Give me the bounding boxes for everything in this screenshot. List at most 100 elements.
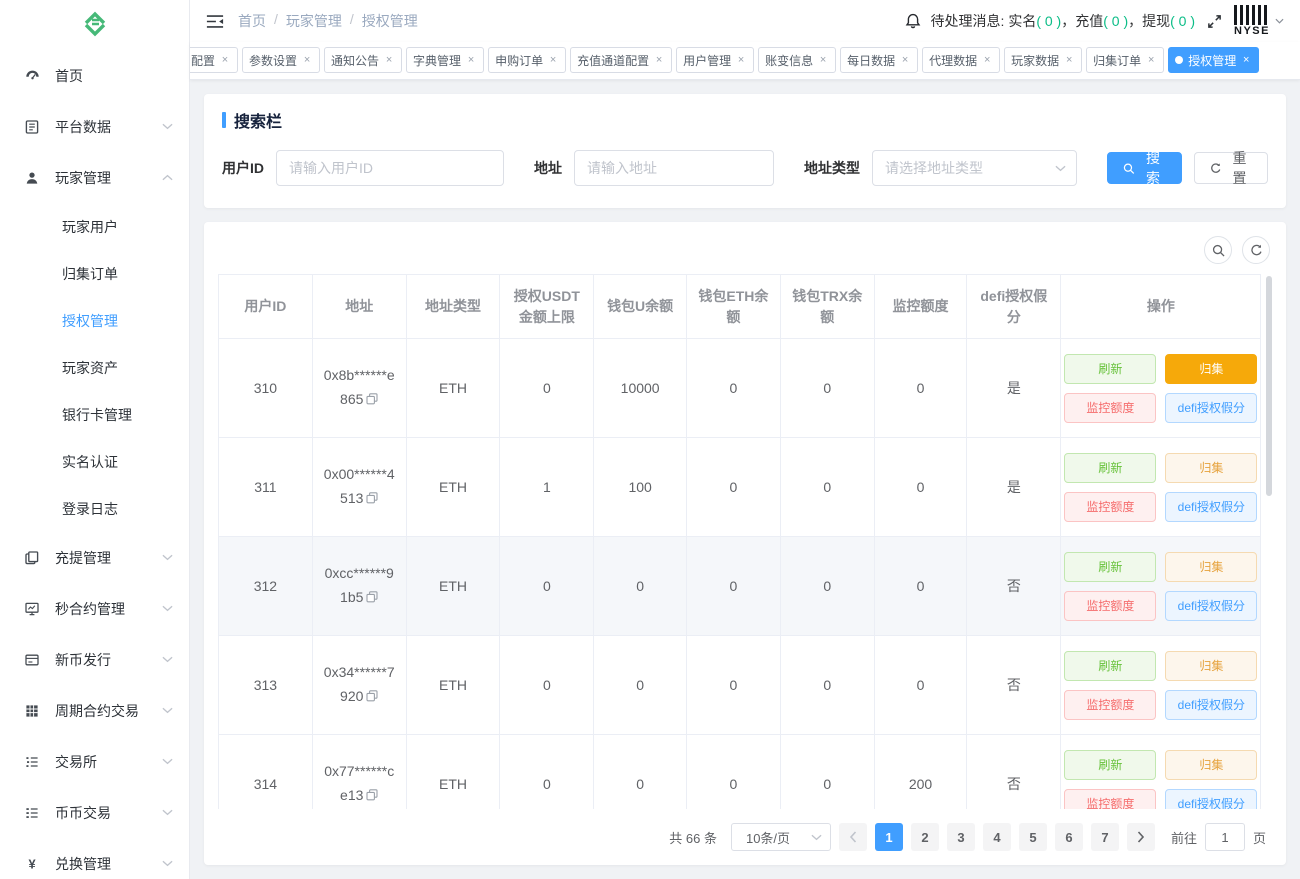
breadcrumb-item[interactable]: 授权管理	[362, 11, 418, 31]
monitor-quota-button[interactable]: 监控额度	[1064, 591, 1156, 621]
tab-充值通道配置[interactable]: 充值通道配置×	[570, 47, 672, 73]
close-tab-icon[interactable]: ×	[735, 54, 747, 66]
refresh-button[interactable]: 刷新	[1064, 552, 1156, 582]
refresh-button[interactable]: 刷新	[1064, 354, 1156, 384]
sidebar-item-home[interactable]: 首页	[0, 50, 189, 101]
tab-每日数据[interactable]: 每日数据×	[840, 47, 918, 73]
refresh-button[interactable]: 刷新	[1064, 750, 1156, 780]
page-size-select[interactable]: 10条/页	[731, 823, 831, 851]
collect-button[interactable]: 归集	[1165, 354, 1257, 384]
tab-代理数据[interactable]: 代理数据×	[922, 47, 1000, 73]
close-tab-icon[interactable]: ×	[1240, 54, 1252, 66]
defi-auth-fake-button[interactable]: defi授权假分	[1165, 492, 1257, 522]
sidebar-subitem-login-logs[interactable]: 登录日志	[0, 485, 189, 532]
sidebar-item-exchange[interactable]: 交易所	[0, 736, 189, 787]
defi-auth-fake-button[interactable]: defi授权假分	[1165, 393, 1257, 423]
close-tab-icon[interactable]: ×	[301, 54, 313, 66]
address-type-select[interactable]: 请选择地址类型	[872, 150, 1077, 186]
sidebar-item-cycle-contract-trade[interactable]: 周期合约交易	[0, 685, 189, 736]
close-tab-icon[interactable]: ×	[219, 54, 231, 66]
tab-配置[interactable]: 配置×	[190, 47, 238, 73]
close-tab-icon[interactable]: ×	[465, 54, 477, 66]
breadcrumb-item[interactable]: 玩家管理	[286, 11, 342, 31]
breadcrumb-item[interactable]: 首页	[238, 11, 266, 31]
close-tab-icon[interactable]: ×	[981, 54, 993, 66]
sidebar-item-deposit-withdraw[interactable]: 充提管理	[0, 532, 189, 583]
collect-button[interactable]: 归集	[1165, 750, 1257, 780]
goto-page-input[interactable]	[1205, 823, 1245, 851]
close-tab-icon[interactable]: ×	[653, 54, 665, 66]
sidebar-subitem-auth-management[interactable]: 授权管理	[0, 297, 189, 344]
tab-字典管理[interactable]: 字典管理×	[406, 47, 484, 73]
tab-参数设置[interactable]: 参数设置×	[242, 47, 320, 73]
address-input[interactable]	[574, 150, 774, 186]
page-buttons: 1234567	[875, 823, 1119, 851]
tab-账变信息[interactable]: 账变信息×	[758, 47, 836, 73]
monitor-quota-button[interactable]: 监控额度	[1064, 492, 1156, 522]
cell-trx-balance: 0	[780, 438, 874, 537]
copy-icon[interactable]	[366, 491, 378, 507]
app-logo[interactable]	[0, 0, 189, 50]
sidebar-item-coin-coin-trade[interactable]: 币币交易	[0, 787, 189, 838]
sidebar-subitem-real-name-auth[interactable]: 实名认证	[0, 438, 189, 485]
tab-申购订单[interactable]: 申购订单×	[488, 47, 566, 73]
page-button-3[interactable]: 3	[947, 823, 975, 851]
sidebar-subitem-bank-card-management[interactable]: 银行卡管理	[0, 391, 189, 438]
page-button-2[interactable]: 2	[911, 823, 939, 851]
column-header: defi授权假分	[967, 275, 1061, 339]
page-button-6[interactable]: 6	[1055, 823, 1083, 851]
page-button-1[interactable]: 1	[875, 823, 903, 851]
table-refresh-button[interactable]	[1242, 236, 1270, 264]
page-button-5[interactable]: 5	[1019, 823, 1047, 851]
sidebar-item-player-management[interactable]: 玩家管理	[0, 152, 189, 203]
close-tab-icon[interactable]: ×	[817, 54, 829, 66]
sidebar-item-new-coin-issue[interactable]: 新币发行	[0, 634, 189, 685]
page-button-4[interactable]: 4	[983, 823, 1011, 851]
copy-icon[interactable]	[366, 689, 378, 705]
user-menu[interactable]: NYSE	[1234, 5, 1284, 37]
search-button[interactable]: 搜索	[1107, 152, 1182, 184]
tab-归集订单[interactable]: 归集订单×	[1086, 47, 1164, 73]
tab-玩家数据[interactable]: 玩家数据×	[1004, 47, 1082, 73]
sidebar-subitem-collection-orders[interactable]: 归集订单	[0, 250, 189, 297]
close-tab-icon[interactable]: ×	[1145, 54, 1157, 66]
cell-trx-balance: 0	[780, 735, 874, 810]
refresh-button[interactable]: 刷新	[1064, 651, 1156, 681]
monitor-quota-button[interactable]: 监控额度	[1064, 690, 1156, 720]
bell-icon[interactable]	[905, 13, 921, 29]
monitor-quota-button[interactable]: 监控额度	[1064, 393, 1156, 423]
collect-button[interactable]: 归集	[1165, 453, 1257, 483]
close-tab-icon[interactable]: ×	[1063, 54, 1075, 66]
copy-icon[interactable]	[366, 392, 378, 408]
sidebar-item-swap-management[interactable]: ¥兑换管理	[0, 838, 189, 879]
monitor-quota-button[interactable]: 监控额度	[1064, 789, 1156, 810]
defi-auth-fake-button[interactable]: defi授权假分	[1165, 690, 1257, 720]
table-scrollbar[interactable]	[1266, 276, 1272, 496]
collect-button[interactable]: 归集	[1165, 651, 1257, 681]
sidebar-subitem-player-users[interactable]: 玩家用户	[0, 203, 189, 250]
collect-button[interactable]: 归集	[1165, 552, 1257, 582]
defi-auth-fake-button[interactable]: defi授权假分	[1165, 591, 1257, 621]
sidebar-subitem-player-assets[interactable]: 玩家资产	[0, 344, 189, 391]
copy-icon[interactable]	[366, 590, 378, 606]
copy-icon[interactable]	[366, 788, 378, 804]
defi-auth-fake-button[interactable]: defi授权假分	[1165, 789, 1257, 810]
sidebar-item-seconds-contract[interactable]: 秒合约管理	[0, 583, 189, 634]
fullscreen-icon[interactable]	[1207, 14, 1222, 29]
menu-fold-icon[interactable]	[206, 14, 224, 29]
close-tab-icon[interactable]: ×	[547, 54, 559, 66]
close-tab-icon[interactable]: ×	[383, 54, 395, 66]
reset-button[interactable]: 重置	[1194, 152, 1269, 184]
prev-page-button[interactable]	[839, 823, 867, 851]
user-id-input[interactable]	[276, 150, 504, 186]
tab-用户管理[interactable]: 用户管理×	[676, 47, 754, 73]
next-page-button[interactable]	[1127, 823, 1155, 851]
tab-通知公告[interactable]: 通知公告×	[324, 47, 402, 73]
tab-授权管理[interactable]: 授权管理×	[1168, 47, 1259, 73]
table-search-button[interactable]	[1204, 236, 1232, 264]
sidebar-item-platform-data[interactable]: 平台数据	[0, 101, 189, 152]
search-panel: 搜索栏 用户ID 地址 地址类型 请选择地址类型	[204, 94, 1286, 208]
refresh-button[interactable]: 刷新	[1064, 453, 1156, 483]
page-button-7[interactable]: 7	[1091, 823, 1119, 851]
close-tab-icon[interactable]: ×	[899, 54, 911, 66]
